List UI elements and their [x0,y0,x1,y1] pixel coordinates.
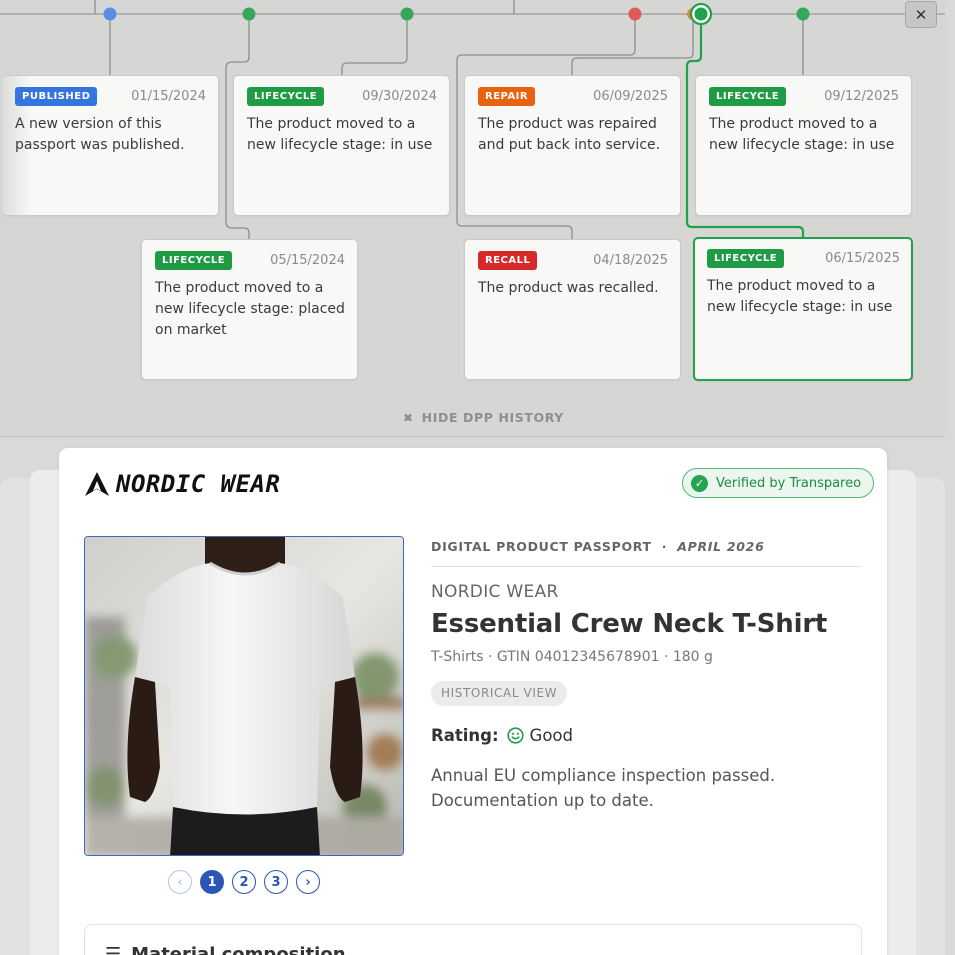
event-type-badge: REPAIR [478,87,536,106]
dpp-history-timeline: ✕ PUBLISHED 01/15/2024 A new version of t… [0,0,945,437]
product-meta: T-Shirts · GTIN 04012345678901 · 180 g [431,649,713,665]
list-icon: ☰ [105,943,122,955]
eyebrow-separator: · [661,538,668,554]
pager-page-3[interactable]: 3 [264,870,288,894]
timeline-dot-recall [628,7,642,21]
eyebrow-label: DIGITAL PRODUCT PASSPORT [431,538,652,554]
product-info: DIGITAL PRODUCT PASSPORT · APRIL 2026 NO… [431,536,861,813]
event-date: 06/15/2025 [825,251,900,266]
brand-mark-icon [85,472,109,496]
close-icon: ✕ [914,5,928,24]
event-type-badge: LIFECYCLE [247,87,325,106]
connector-repair [571,14,694,75]
event-date: 09/12/2025 [824,89,899,104]
timeline-dot-published [103,7,117,21]
event-type-badge: LIFECYCLE [155,251,233,270]
event-card-recall[interactable]: RECALL 04/18/2025 The product was recalle… [464,239,681,380]
connector-lifecycle-2024-09 [341,14,408,75]
brand-logo: NORDIC WEAR [84,470,280,498]
rating-value: Good [529,726,573,745]
event-card-lifecycle[interactable]: LIFECYCLE 09/12/2025 The product moved to… [695,75,912,216]
product-image[interactable] [84,536,404,856]
verified-badge[interactable]: ✓ Verified by Transpareo [682,468,875,498]
event-date: 04/18/2025 [593,253,668,268]
event-text: A new version of this passport was publi… [15,116,185,153]
event-text: The product moved to a new lifecycle sta… [247,116,433,153]
image-pager: ‹ 1 2 3 › [168,870,320,894]
event-date: 09/30/2024 [362,89,437,104]
check-icon: ✓ [691,474,708,492]
close-icon: ✖ [403,410,414,425]
pager-next-button[interactable]: › [296,870,320,894]
timeline-dot-lifecycle [242,7,256,21]
chevron-right-icon: › [305,874,311,890]
rating-label: Rating: [431,726,499,745]
chevron-left-icon: ‹ [177,874,183,890]
event-type-badge: LIFECYCLE [709,87,787,106]
rating: Rating: Good [431,726,861,745]
event-card-lifecycle[interactable]: LIFECYCLE 05/15/2024 The product moved to… [141,239,358,380]
passport-eyebrow: DIGITAL PRODUCT PASSPORT · APRIL 2026 [431,536,861,556]
materials-section[interactable]: ☰ Material composition [84,924,862,955]
smiley-icon [506,727,524,744]
event-card-published[interactable]: PUBLISHED 01/15/2024 A new version of thi… [2,75,219,216]
brand-name: NORDIC WEAR [116,470,281,498]
historical-view-chip: HISTORICAL VIEW [431,681,568,706]
close-history-button[interactable]: ✕ [905,1,937,28]
product-title: Essential Crew Neck T-Shirt [431,609,828,639]
pager-prev-button[interactable]: ‹ [168,870,192,894]
product-brand: NORDIC WEAR [431,582,559,602]
product-passport-card: NORDIC WEAR ✓ Verified by Transpareo ‹ 1… [59,448,887,955]
event-type-badge: PUBLISHED [15,87,98,106]
verified-label: Verified by Transpareo [716,475,862,491]
event-text: The product moved to a new lifecycle sta… [709,116,895,153]
pager-page-2[interactable]: 2 [232,870,256,894]
event-text: The product was recalled. [478,280,659,296]
timeline-dot-lifecycle [796,7,810,21]
product-description: Annual EU compliance inspection passed. … [431,766,776,810]
event-card-lifecycle[interactable]: LIFECYCLE 09/30/2024 The product moved to… [233,75,450,216]
pager-page-1[interactable]: 1 [200,870,224,894]
hide-history-button[interactable]: ✖ HIDE DPP HISTORY [403,410,564,425]
event-text: The product moved to a new lifecycle sta… [155,280,345,338]
hide-history-label: HIDE DPP HISTORY [421,410,564,425]
materials-title: Material composition [131,943,346,955]
tshirt-photo [85,537,403,855]
event-date: 06/09/2025 [593,89,668,104]
event-card-repair[interactable]: REPAIR 06/09/2025 The product was repaire… [464,75,681,216]
timeline-dot-lifecycle [400,7,414,21]
eyebrow-date: APRIL 2026 [677,538,765,554]
event-type-badge: RECALL [478,251,538,270]
event-text: The product moved to a new lifecycle sta… [707,278,893,315]
event-date: 01/15/2024 [131,89,206,104]
event-type-badge: LIFECYCLE [707,249,785,268]
event-card-selected[interactable]: LIFECYCLE 06/15/2025 The product moved to… [693,237,913,381]
divider [431,566,861,567]
event-text: The product was repaired and put back in… [478,116,661,153]
event-date: 05/15/2024 [270,253,345,268]
